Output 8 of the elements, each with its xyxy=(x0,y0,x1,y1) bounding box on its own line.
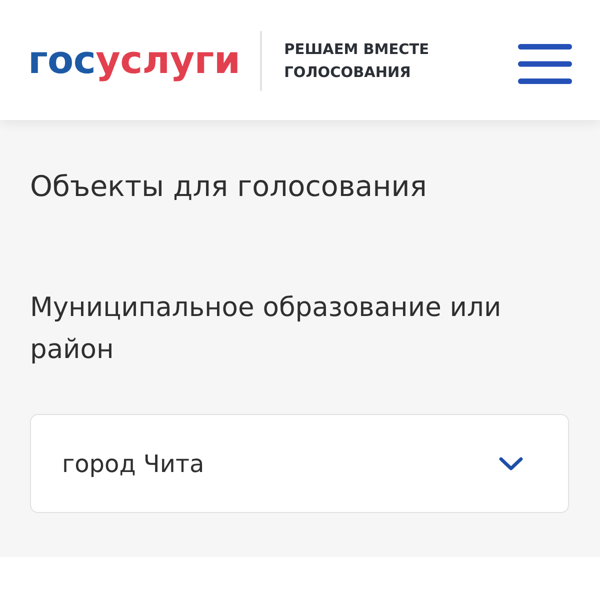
chevron-down-icon xyxy=(499,456,523,470)
district-select[interactable]: город Чита xyxy=(30,414,569,513)
menu-icon xyxy=(518,44,572,84)
field-label: Муниципальное образование или район xyxy=(30,291,502,367)
logo[interactable]: госуслуги xyxy=(28,41,240,87)
tagline: РЕШАЕМ ВМЕСТЕ ГОЛОСОВАНИЯ xyxy=(284,41,430,83)
menu-button[interactable] xyxy=(518,44,572,84)
section-title: Объекты для голосования xyxy=(30,169,428,205)
